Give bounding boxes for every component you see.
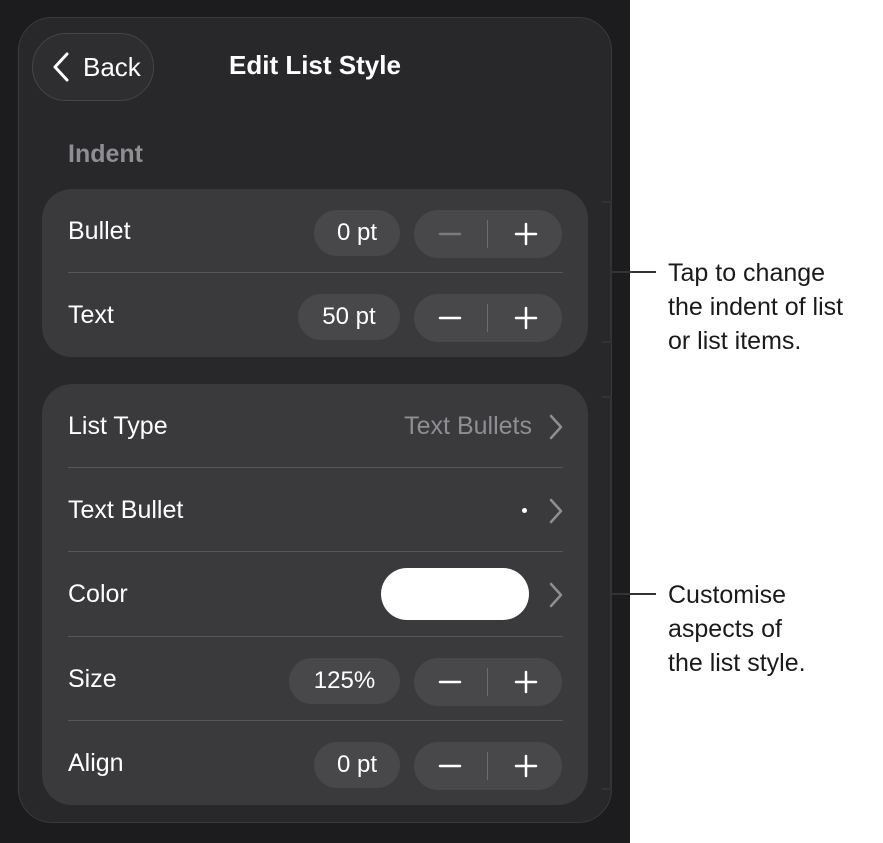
- text-indent-value: 50 pt: [298, 294, 400, 340]
- chevron-right-icon: [549, 498, 563, 524]
- back-button[interactable]: Back: [32, 33, 154, 101]
- chevron-right-icon: [549, 582, 563, 608]
- page-title: Edit List Style: [229, 50, 401, 80]
- indent-callout-text: Tap to change the indent of list or list…: [668, 259, 844, 355]
- plus-icon: [514, 670, 538, 694]
- align-value: 0 pt: [314, 742, 400, 788]
- size-row: Size 125%: [42, 637, 588, 721]
- style-callout-line: [612, 593, 656, 595]
- bullet-indent-decrement-button[interactable]: [414, 210, 486, 258]
- style-callout-bracket: [602, 396, 612, 790]
- back-label: Back: [83, 51, 141, 82]
- plus-icon: [514, 306, 538, 330]
- indent-callout-line: [612, 271, 656, 273]
- minus-icon: [438, 764, 462, 768]
- align-stepper: [414, 742, 562, 790]
- bullet-indent-increment-button[interactable]: [490, 210, 562, 258]
- minus-icon: [438, 316, 462, 320]
- bullet-indent-row: Bullet 0 pt: [42, 189, 588, 273]
- minus-icon: [438, 232, 462, 236]
- chevron-right-icon: [549, 414, 563, 440]
- size-increment-button[interactable]: [490, 658, 562, 706]
- align-label: Align: [68, 749, 124, 777]
- bullet-indent-value: 0 pt: [314, 210, 400, 256]
- bullet-indent-stepper: [414, 210, 562, 258]
- size-label: Size: [68, 665, 117, 693]
- indent-callout-bracket: [602, 201, 612, 343]
- text-indent-label: Text: [68, 301, 114, 329]
- size-stepper: [414, 658, 562, 706]
- size-value: 125%: [289, 658, 400, 704]
- list-type-label: List Type: [68, 412, 168, 440]
- style-callout-text: Customise aspects of the list style.: [668, 581, 806, 677]
- chevron-left-icon: [53, 52, 69, 82]
- align-increment-button[interactable]: [490, 742, 562, 790]
- text-indent-stepper: [414, 294, 562, 342]
- list-type-value: Text Bullets: [404, 412, 532, 440]
- panel-background: Back Edit List Style Indent Bullet 0 pt …: [0, 0, 630, 843]
- text-indent-decrement-button[interactable]: [414, 294, 486, 342]
- list-type-row[interactable]: List Type Text Bullets: [42, 384, 588, 468]
- align-decrement-button[interactable]: [414, 742, 486, 790]
- plus-icon: [514, 754, 538, 778]
- indent-section-label: Indent: [68, 140, 143, 168]
- minus-icon: [438, 680, 462, 684]
- list-style-card: List Type Text Bullets Text Bullet Color…: [42, 384, 588, 805]
- text-bullet-row[interactable]: Text Bullet: [42, 468, 588, 552]
- text-indent-increment-button[interactable]: [490, 294, 562, 342]
- bullet-indent-label: Bullet: [68, 217, 131, 245]
- align-row: Align 0 pt: [42, 721, 588, 805]
- size-decrement-button[interactable]: [414, 658, 486, 706]
- plus-icon: [514, 222, 538, 246]
- indent-card: Bullet 0 pt Text 50 pt: [42, 189, 588, 357]
- text-bullet-label: Text Bullet: [68, 496, 184, 524]
- bullet-glyph: [522, 508, 527, 513]
- color-swatch[interactable]: [381, 568, 529, 620]
- color-label: Color: [68, 580, 128, 608]
- text-indent-row: Text 50 pt: [42, 273, 588, 357]
